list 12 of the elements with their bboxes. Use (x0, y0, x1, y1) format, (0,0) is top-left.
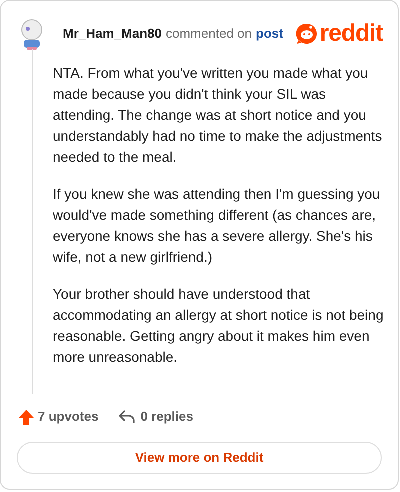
upvote-count: 7 upvotes (38, 408, 99, 426)
action-text: commented on (166, 24, 252, 43)
comment-paragraph: NTA. From what you've written you made what you made because you didn't think your SIL was attending. The change was at short notice and you understandably had no time to make the adjustments needed to the meal. (53, 64, 384, 167)
snoo-logo-icon (296, 22, 318, 44)
view-more-button[interactable]: View more on Reddit (17, 442, 382, 474)
username[interactable]: Mr_Ham_Man80 (63, 24, 162, 44)
upvote-arrow-icon[interactable] (19, 410, 34, 424)
post-link[interactable]: post (256, 24, 284, 44)
reply-count: 0 replies (140, 408, 194, 426)
comment-paragraph: Your brother should have understood that accommodating an allergy at short notice is not being reasonable. Getting angry about it makes him even more unreasonable. (53, 285, 384, 367)
comment-paragraph: If you knew she was attending then I'm guessing you would've made something different (as chances are, everyone knows she has a severe allergy. She's his wife, not a new girlfriend.) (53, 185, 382, 267)
reply-arrow-icon[interactable] (118, 410, 135, 424)
